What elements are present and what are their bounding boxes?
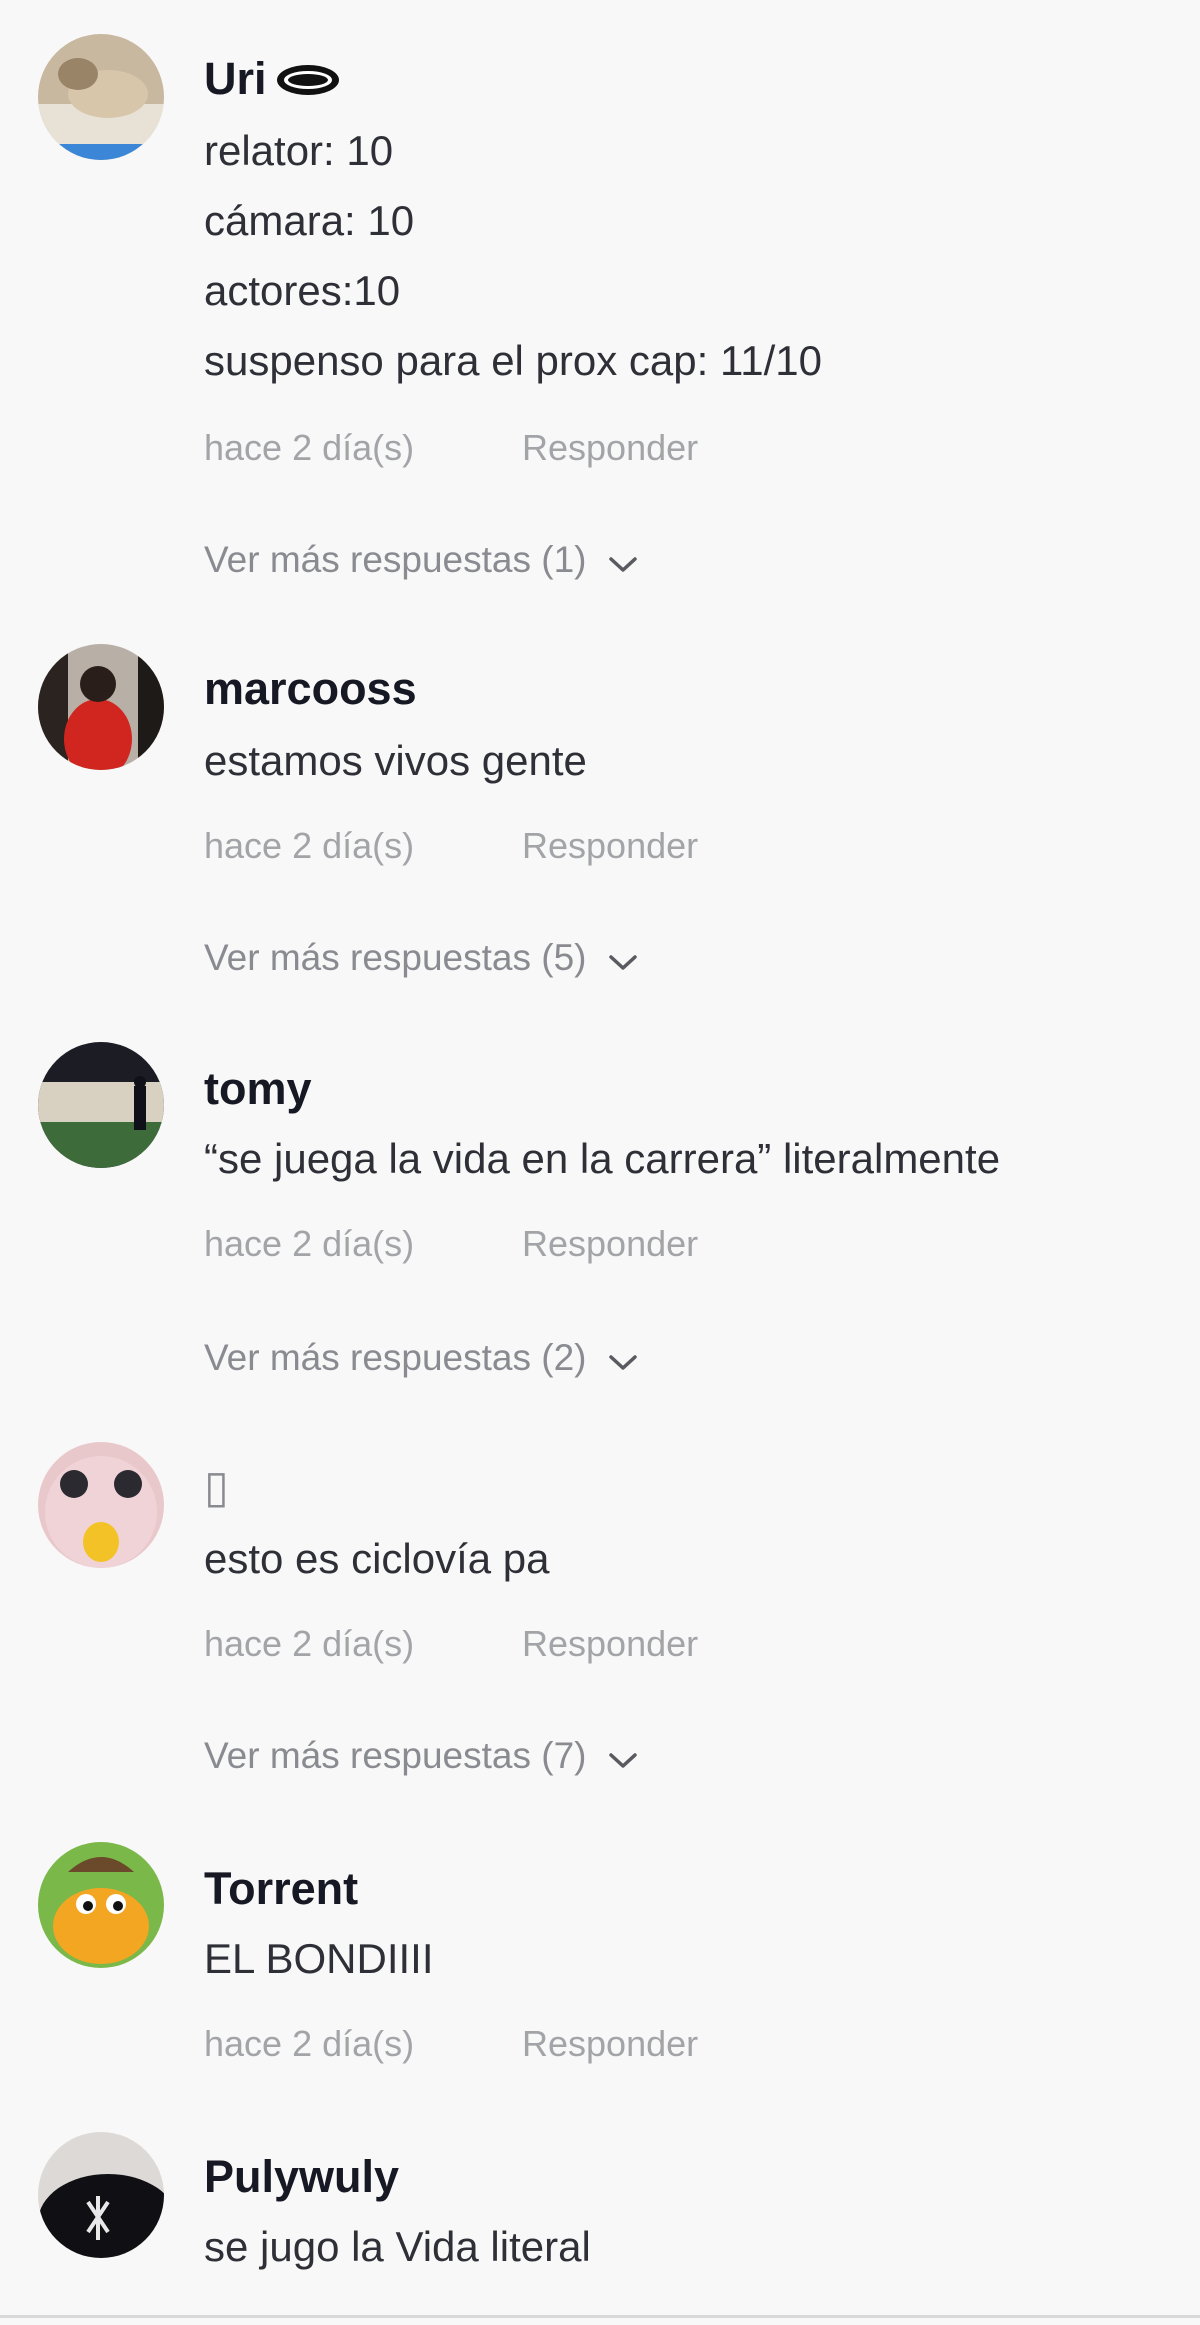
comment-timestamp: hace 2 día(s) (204, 1623, 415, 1664)
comment-text-line: relator: 10 (204, 127, 394, 174)
reply-button[interactable]: Responder (522, 426, 698, 470)
avatar[interactable] (38, 644, 164, 770)
comment-username[interactable]: Pulywuly (204, 2150, 399, 2204)
comment-text-line: suspenso para el prox cap: 11/10 (204, 337, 822, 384)
reply-button[interactable]: Responder (522, 1622, 698, 1666)
comment-text-line: EL BONDIIII (204, 1935, 434, 1982)
view-more-replies-button[interactable]: Ver más respuestas (7) (204, 1734, 638, 1780)
view-more-replies-button[interactable]: Ver más respuestas (5) (204, 936, 638, 982)
comment-text-line: esto es ciclovía pa (204, 1535, 550, 1582)
comment-meta: hace 2 día(s) Responder (204, 1622, 698, 1666)
comment-timestamp: hace 2 día(s) (204, 825, 415, 866)
comment-timestamp: hace 2 día(s) (204, 427, 415, 468)
chevron-down-icon (608, 1338, 638, 1382)
comment-username[interactable]: tomy (204, 1062, 312, 1116)
comment-meta: hace 2 día(s) Responder (204, 426, 698, 470)
avatar[interactable] (38, 1442, 164, 1568)
view-more-replies-label: Ver más respuestas (1) (204, 539, 587, 580)
view-more-replies-label: Ver más respuestas (2) (204, 1337, 587, 1378)
chevron-down-icon (608, 540, 638, 584)
comment-text-line: se jugo la Vida literal (204, 2223, 591, 2270)
view-more-replies-label: Ver más respuestas (5) (204, 937, 587, 978)
comment-text-line: cámara: 10 (204, 197, 415, 244)
reply-button[interactable]: Responder (522, 2022, 698, 2066)
view-more-replies-button[interactable]: Ver más respuestas (2) (204, 1336, 638, 1382)
eye-emoji-icon (275, 55, 341, 109)
avatar[interactable] (38, 1042, 164, 1168)
reply-button[interactable]: Responder (522, 824, 698, 868)
avatar[interactable] (38, 34, 164, 160)
chevron-down-icon (608, 1736, 638, 1780)
comment-text-line: “se juega la vida en la carrera” literal… (204, 1135, 1001, 1182)
chevron-down-icon (608, 938, 638, 982)
reply-button[interactable]: Responder (522, 1222, 698, 1266)
comment-username[interactable]: Torrent (204, 1862, 358, 1916)
comment-text-line: estamos vivos gente (204, 737, 587, 784)
avatar[interactable] (38, 2132, 164, 2258)
comment-meta: hace 2 día(s) Responder (204, 1222, 698, 1266)
divider (0, 2315, 1200, 2318)
comment-meta: hace 2 día(s) Responder (204, 824, 698, 868)
view-more-replies-label: Ver más respuestas (7) (204, 1735, 587, 1776)
comment-timestamp: hace 2 día(s) (204, 1223, 415, 1264)
comment-text-line: actores:10 (204, 267, 401, 314)
comment-meta: hace 2 día(s) Responder (204, 2022, 698, 2066)
comment-username[interactable]: ▯ (204, 1460, 229, 1514)
comment-username[interactable]: Uri (204, 52, 341, 109)
comment-username[interactable]: marcooss (204, 662, 417, 716)
comment-timestamp: hace 2 día(s) (204, 2023, 415, 2064)
view-more-replies-button[interactable]: Ver más respuestas (1) (204, 538, 638, 584)
avatar[interactable] (38, 1842, 164, 1968)
